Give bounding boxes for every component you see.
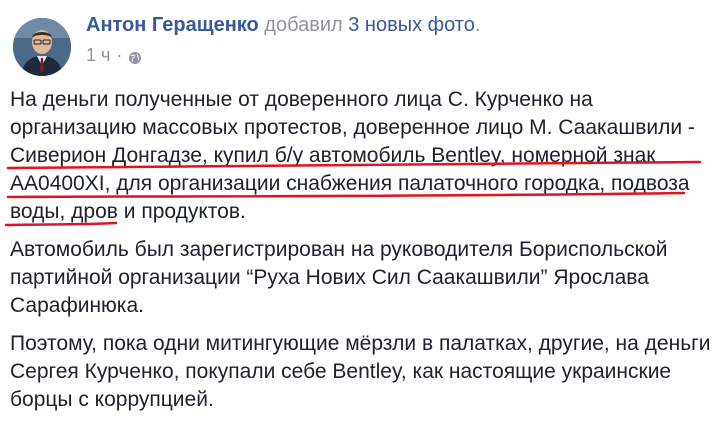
author-line: Антон Геращенко добавил 3 новых фото. <box>86 12 480 38</box>
post-header: Антон Геращенко добавил 3 новых фото. 1 … <box>8 8 712 76</box>
post-timestamp[interactable]: 1 ч <box>86 44 110 66</box>
post-paragraph-3: Поэтому, пока одни митингующие мёрзли в … <box>10 332 711 411</box>
post-meta: 1 ч · <box>86 44 142 66</box>
action-suffix: . <box>474 14 481 36</box>
author-avatar[interactable] <box>13 18 71 76</box>
post-body: На деньги полученные от доверенного лица… <box>10 86 716 424</box>
post-paragraph-2: Автомобиль был зарегистрирован на руково… <box>10 238 668 317</box>
post-paragraph-1: На деньги полученные от доверенного лица… <box>10 88 695 223</box>
author-name-link[interactable]: Антон Геращенко <box>86 14 259 36</box>
meta-separator: · <box>116 45 123 65</box>
facebook-post: Антон Геращенко добавил 3 новых фото. 1 … <box>0 0 720 423</box>
avatar-image <box>13 18 71 76</box>
globe-icon[interactable] <box>128 48 142 64</box>
new-photos-link[interactable]: 3 новых фото <box>348 14 475 36</box>
action-text: добавил <box>258 14 349 36</box>
